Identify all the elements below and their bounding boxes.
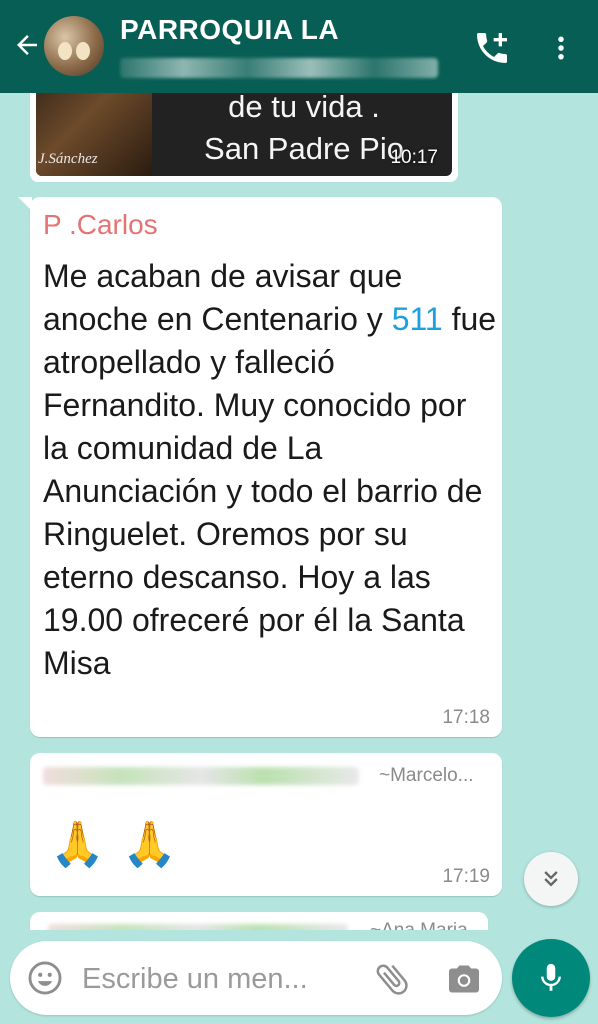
praying-hands-emoji: 🙏 bbox=[122, 820, 177, 869]
scroll-down-button[interactable] bbox=[524, 852, 578, 906]
redacted-phone-number bbox=[43, 767, 359, 785]
emoji-message-bubble[interactable]: ~Marcelo... 🙏 🙏 17:19 bbox=[30, 753, 502, 896]
mic-icon bbox=[541, 963, 561, 991]
more-vert-icon[interactable] bbox=[546, 30, 576, 66]
mic-button[interactable] bbox=[512, 939, 590, 1017]
sender-row: ~Marcelo... bbox=[43, 765, 493, 787]
image-thumbnail[interactable]: J.Sánchez de tu vida . San Padre Pio 10:… bbox=[36, 83, 452, 176]
sender-name[interactable]: P .Carlos bbox=[43, 209, 158, 241]
chat-subtitle-redacted bbox=[120, 58, 438, 78]
message-text-part: fue atropellado y falleció Fernandito. M… bbox=[43, 301, 497, 681]
message-time: 17:18 bbox=[442, 707, 490, 728]
message-time: 10:17 bbox=[390, 147, 438, 168]
paperclip-icon[interactable] bbox=[372, 959, 412, 999]
sender-name[interactable]: ~Marcelo... bbox=[379, 765, 474, 787]
double-chevron-down-icon bbox=[544, 871, 558, 887]
group-avatar[interactable] bbox=[44, 16, 104, 76]
image-message-bubble[interactable]: J.Sánchez de tu vida . San Padre Pio 10:… bbox=[30, 83, 458, 182]
message-text: Me acaban de avisar que anoche en Centen… bbox=[43, 255, 498, 685]
message-time: 17:19 bbox=[442, 866, 490, 887]
praying-hands-emoji: 🙏 bbox=[50, 820, 105, 869]
chat-header: PARROQUIA LA bbox=[0, 0, 598, 93]
message-input[interactable] bbox=[80, 959, 364, 999]
chat-title[interactable]: PARROQUIA LA bbox=[120, 14, 339, 46]
image-signature: J.Sánchez bbox=[38, 151, 98, 167]
message-composer bbox=[10, 941, 502, 1015]
phone-number-link[interactable]: 511 bbox=[392, 301, 443, 337]
text-message-bubble[interactable]: P .Carlos Me acaban de avisar que anoche… bbox=[18, 197, 502, 737]
camera-icon[interactable] bbox=[444, 961, 484, 997]
add-call-icon[interactable] bbox=[472, 28, 512, 68]
image-caption-line: de tu vida . bbox=[228, 89, 380, 124]
message-text-part: Me acaban de avisar que anoche en Centen… bbox=[43, 258, 403, 337]
emoji-icon[interactable] bbox=[26, 959, 64, 997]
back-arrow-icon[interactable] bbox=[12, 30, 42, 60]
